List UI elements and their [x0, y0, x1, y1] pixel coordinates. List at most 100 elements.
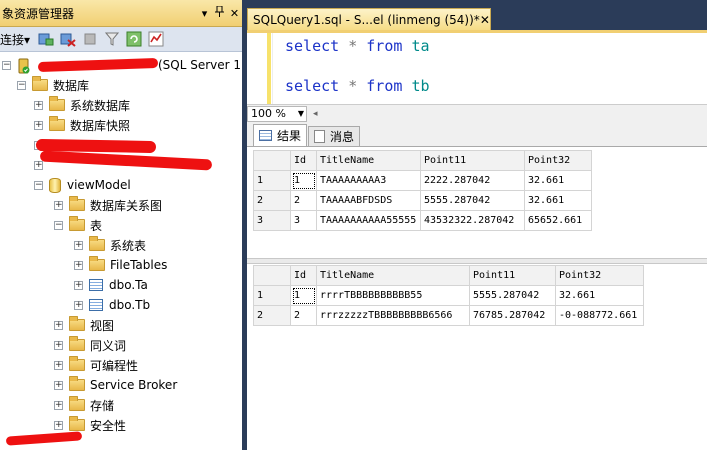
tree-node-filetables[interactable]: + FileTables: [74, 255, 167, 275]
table-cell[interactable]: 3: [290, 210, 317, 231]
expand-icon[interactable]: +: [74, 300, 83, 310]
table-cell[interactable]: 1: [290, 170, 317, 191]
window-position-icon[interactable]: ▾: [197, 7, 212, 20]
table-cell[interactable]: TAAAAAAAAA3: [316, 170, 421, 191]
row-number[interactable]: 3: [253, 210, 291, 231]
folder-icon: [49, 116, 65, 131]
disconnect-icon[interactable]: [58, 29, 78, 49]
table-cell[interactable]: 2: [290, 305, 317, 326]
column-header[interactable]: Id: [290, 265, 317, 286]
tree-node-tables[interactable]: − 表: [54, 215, 102, 235]
filter-icon[interactable]: [102, 29, 122, 49]
table-cell[interactable]: 32.661: [524, 190, 592, 211]
close-tab-icon[interactable]: ✕: [480, 13, 490, 27]
expand-icon[interactable]: +: [54, 420, 63, 430]
tree-node-system-tables[interactable]: + 系统表: [74, 235, 146, 255]
grid-splitter[interactable]: [247, 258, 707, 264]
tree-node-diagrams[interactable]: + 数据库关系图: [54, 195, 162, 215]
expand-icon[interactable]: +: [74, 280, 83, 290]
result-grid-1[interactable]: Id TitleName Point11 Point32 1 1 TAAAAAA…: [253, 150, 592, 231]
table-cell[interactable]: 5555.287042: [420, 190, 525, 211]
expand-icon[interactable]: +: [54, 360, 63, 370]
zoom-select[interactable]: 100 % ▼: [247, 105, 307, 122]
tree-node-snapshots[interactable]: + 数据库快照: [34, 115, 130, 135]
table-cell[interactable]: 65652.661: [524, 210, 592, 231]
expand-icon[interactable]: +: [54, 400, 63, 410]
column-header[interactable]: Point11: [469, 265, 556, 286]
tree-node-viewmodel[interactable]: − viewModel: [34, 175, 131, 195]
row-number[interactable]: 1: [253, 285, 291, 306]
expand-icon[interactable]: +: [74, 260, 83, 270]
grid-corner[interactable]: [253, 265, 291, 286]
table-cell[interactable]: 76785.287042: [469, 305, 556, 326]
row-number[interactable]: 2: [253, 190, 291, 211]
tree-node-dbo-ta[interactable]: + dbo.Ta: [74, 275, 148, 295]
tree-node-views[interactable]: + 视图: [54, 315, 114, 335]
scroll-left-icon[interactable]: ◂: [313, 109, 318, 119]
collapse-icon[interactable]: −: [34, 180, 43, 190]
tree-node-system-databases[interactable]: + 系统数据库: [34, 95, 130, 115]
expand-icon[interactable]: +: [54, 380, 63, 390]
table-cell[interactable]: 32.661: [555, 285, 644, 306]
collapse-icon[interactable]: −: [2, 60, 11, 70]
column-header[interactable]: Point32: [555, 265, 644, 286]
expand-icon[interactable]: +: [34, 160, 43, 170]
tab-sqlquery1[interactable]: SQLQuery1.sql - S...el (linmeng (54))* ✕: [247, 8, 491, 30]
grid-corner[interactable]: [253, 150, 291, 171]
tree-node-synonyms[interactable]: + 同义词: [54, 335, 126, 355]
table-cell[interactable]: rrrzzzzzTBBBBBBBBB6566: [316, 305, 470, 326]
connect-icon[interactable]: [36, 29, 56, 49]
stop-icon[interactable]: [80, 29, 100, 49]
collapse-icon[interactable]: −: [54, 220, 63, 230]
pin-icon[interactable]: [212, 5, 227, 20]
table-cell[interactable]: 32.661: [524, 170, 592, 191]
connect-button[interactable]: 连接▾: [0, 31, 30, 48]
close-icon[interactable]: ✕: [227, 7, 242, 20]
tab-messages[interactable]: 消息: [308, 126, 361, 146]
column-header[interactable]: Id: [290, 150, 317, 171]
column-header[interactable]: TitleName: [316, 265, 470, 286]
table-cell[interactable]: rrrrTBBBBBBBBBB55: [316, 285, 470, 306]
column-header[interactable]: Point11: [420, 150, 525, 171]
sql-editor[interactable]: select * from ta select * from tb: [247, 30, 707, 104]
table-cell[interactable]: 2: [290, 190, 317, 211]
table-row[interactable]: 2 2 rrrzzzzzTBBBBBBBBB6566 76785.287042 …: [253, 305, 644, 326]
folder-icon: [69, 376, 85, 391]
expand-icon[interactable]: +: [74, 240, 83, 250]
keyword-select: select: [285, 37, 340, 55]
table-row[interactable]: 1 1 TAAAAAAAAA3 2222.287042 32.661: [253, 170, 592, 191]
table-cell[interactable]: TAAAAABFDSDS: [316, 190, 421, 211]
expand-icon[interactable]: +: [34, 100, 43, 110]
table-row[interactable]: 3 3 TAAAAAAAAAA55555 43532322.287042 656…: [253, 210, 592, 231]
row-number[interactable]: 1: [253, 170, 291, 191]
tree-node-storage[interactable]: + 存储: [54, 395, 114, 415]
table-cell[interactable]: 5555.287042: [469, 285, 556, 306]
expand-icon[interactable]: +: [34, 120, 43, 130]
folder-icon: [69, 416, 85, 431]
table-cell[interactable]: TAAAAAAAAAA55555: [316, 210, 421, 231]
expand-icon[interactable]: +: [54, 340, 63, 350]
table-cell[interactable]: 43532322.287042: [420, 210, 525, 231]
table-cell[interactable]: 1: [290, 285, 317, 306]
table-cell[interactable]: -0-088772.661: [555, 305, 644, 326]
column-header[interactable]: TitleName: [316, 150, 421, 171]
grid-header-row: Id TitleName Point11 Point32: [253, 265, 644, 286]
message-icon: [314, 130, 326, 143]
table-row[interactable]: 2 2 TAAAAABFDSDS 5555.287042 32.661: [253, 190, 592, 211]
table-row[interactable]: 1 1 rrrrTBBBBBBBBBB55 5555.287042 32.661: [253, 285, 644, 306]
tree-label-databases: 数据库: [53, 78, 90, 93]
tab-results[interactable]: 结果: [253, 124, 308, 146]
row-number[interactable]: 2: [253, 305, 291, 326]
expand-icon[interactable]: +: [54, 200, 63, 210]
expand-icon[interactable]: +: [54, 320, 63, 330]
activity-monitor-icon[interactable]: [146, 29, 166, 49]
result-grid-2[interactable]: Id TitleName Point11 Point32 1 1 rrrrTBB…: [253, 265, 644, 326]
collapse-icon[interactable]: −: [17, 80, 26, 90]
table-cell[interactable]: 2222.287042: [420, 170, 525, 191]
refresh-icon[interactable]: [124, 29, 144, 49]
column-header[interactable]: Point32: [524, 150, 592, 171]
tree-node-programmability[interactable]: + 可编程性: [54, 355, 138, 375]
tree-node-dbo-tb[interactable]: + dbo.Tb: [74, 295, 150, 315]
tree-node-service-broker[interactable]: + Service Broker: [54, 375, 177, 395]
tree-node-databases[interactable]: − 数据库: [17, 75, 89, 95]
